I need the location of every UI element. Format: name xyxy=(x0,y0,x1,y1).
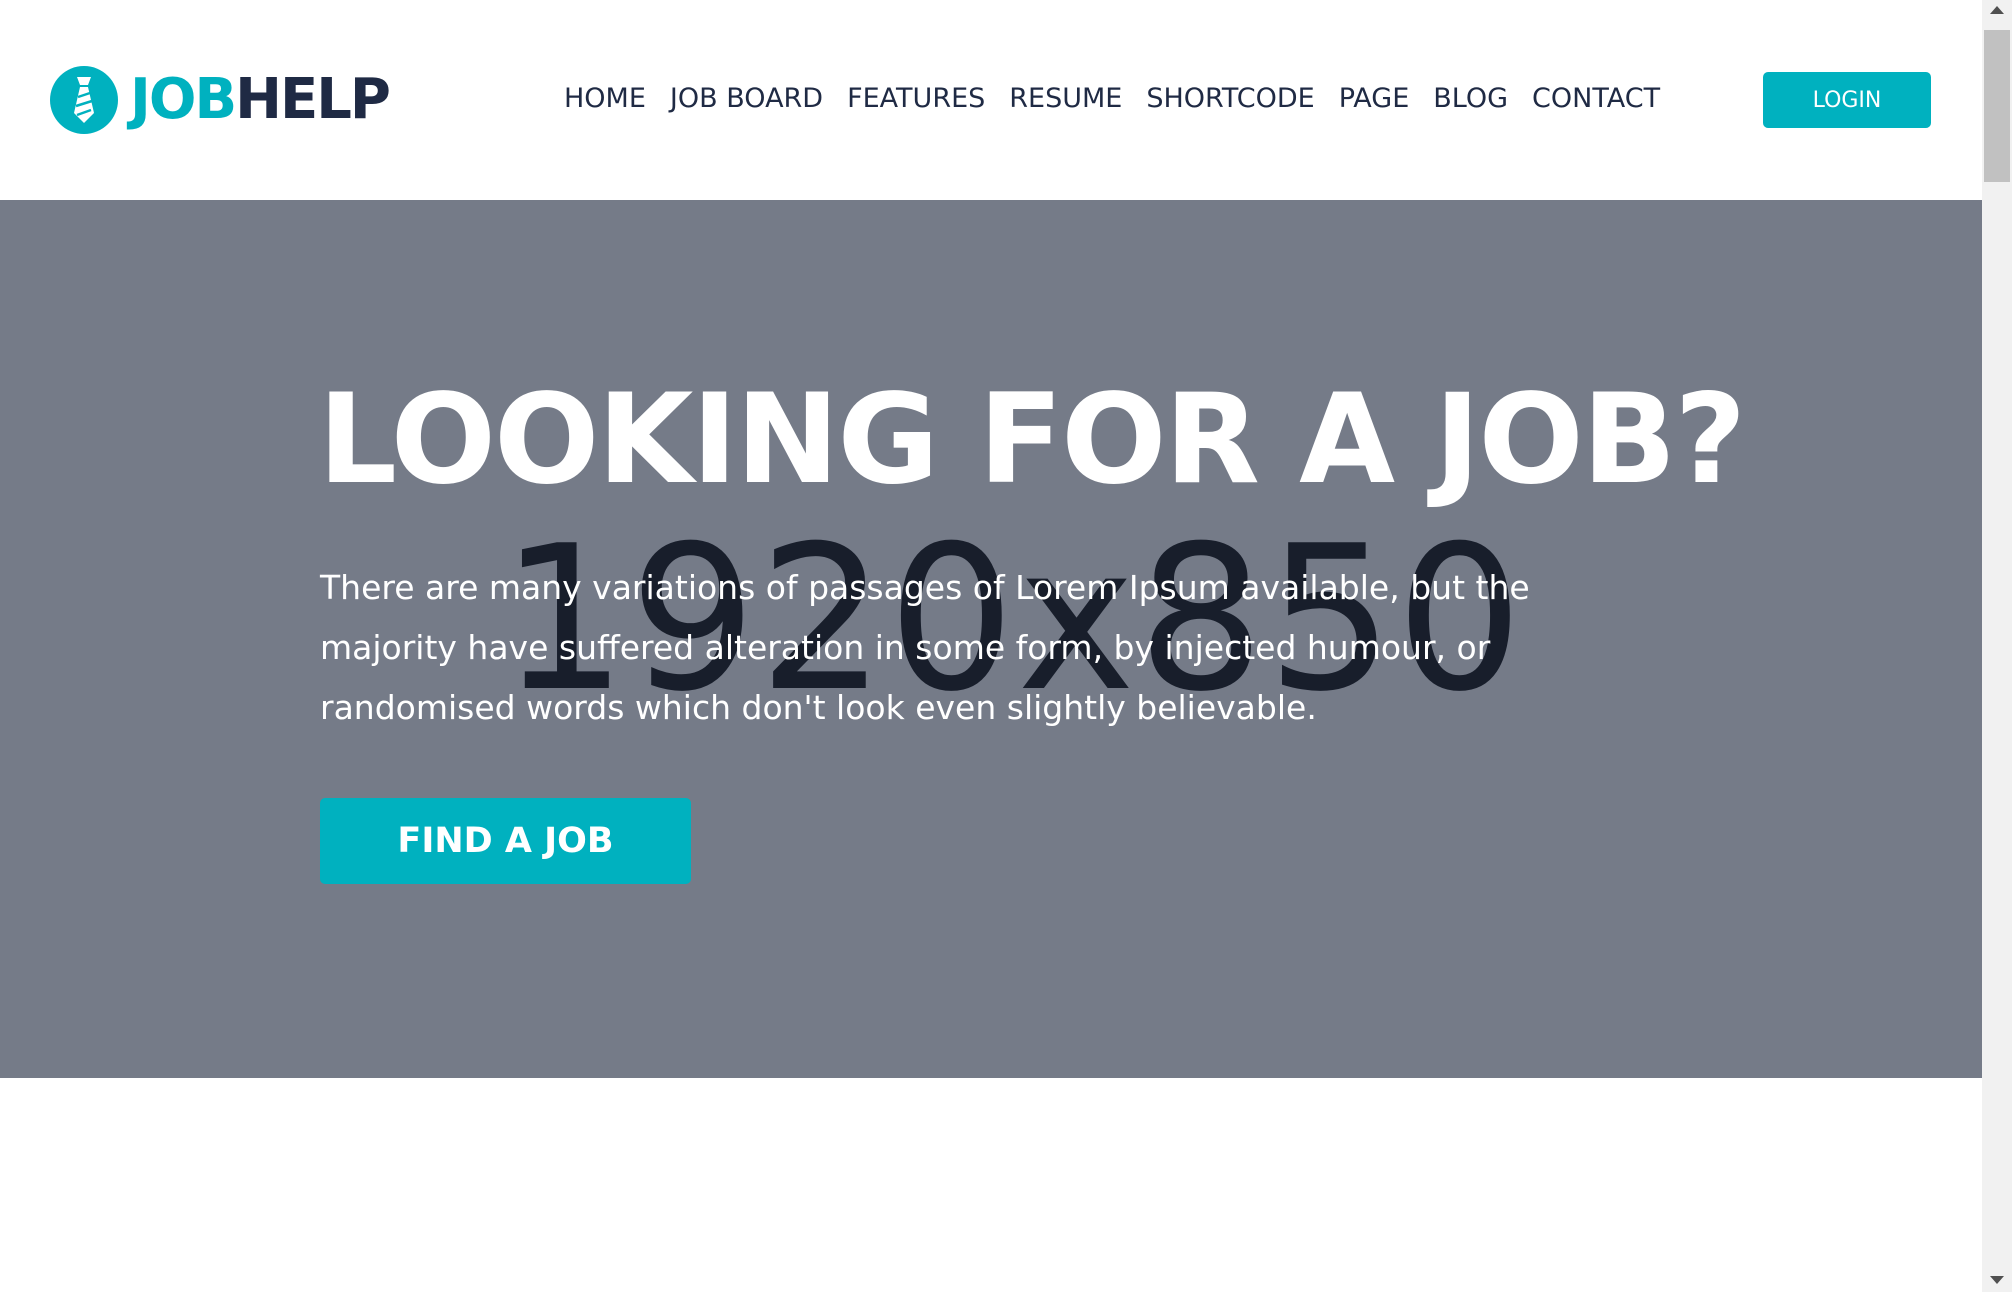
nav-item-home[interactable]: HOME xyxy=(564,80,646,118)
hero-description: There are many variations of passages of… xyxy=(320,568,1530,727)
scroll-up-icon[interactable] xyxy=(1990,6,2004,14)
page: JOBHELP HOME JOB BOARD FEATURES RESUME S… xyxy=(0,0,2012,1292)
hero-title: LOOKING FOR A JOB? xyxy=(318,368,1746,512)
main-nav: HOME JOB BOARD FEATURES RESUME SHORTCODE… xyxy=(564,80,1684,118)
scroll-down-icon[interactable] xyxy=(1990,1276,2004,1284)
logo[interactable]: JOBHELP xyxy=(50,64,391,136)
logo-text-job: JOB xyxy=(130,67,237,132)
nav-item-features[interactable]: FEATURES xyxy=(847,80,985,118)
find-a-job-button[interactable]: FIND A JOB xyxy=(320,798,691,884)
logo-text: JOBHELP xyxy=(130,72,391,128)
logo-text-help: HELP xyxy=(235,67,391,132)
tie-icon xyxy=(50,66,118,134)
nav-item-contact[interactable]: CONTACT xyxy=(1532,80,1660,118)
nav-item-page[interactable]: PAGE xyxy=(1339,80,1410,118)
nav-item-job-board[interactable]: JOB BOARD xyxy=(670,80,823,118)
vertical-scrollbar[interactable] xyxy=(1982,0,2012,1292)
hero-banner: 1920x850 LOOKING FOR A JOB? There are ma… xyxy=(0,200,1982,1078)
site-header: JOBHELP HOME JOB BOARD FEATURES RESUME S… xyxy=(0,0,1982,200)
nav-item-blog[interactable]: BLOG xyxy=(1433,80,1508,118)
login-button[interactable]: LOGIN xyxy=(1763,72,1931,128)
scrollbar-thumb[interactable] xyxy=(1984,30,2010,182)
nav-item-resume[interactable]: RESUME xyxy=(1009,80,1122,118)
nav-item-shortcode[interactable]: SHORTCODE xyxy=(1146,80,1314,118)
